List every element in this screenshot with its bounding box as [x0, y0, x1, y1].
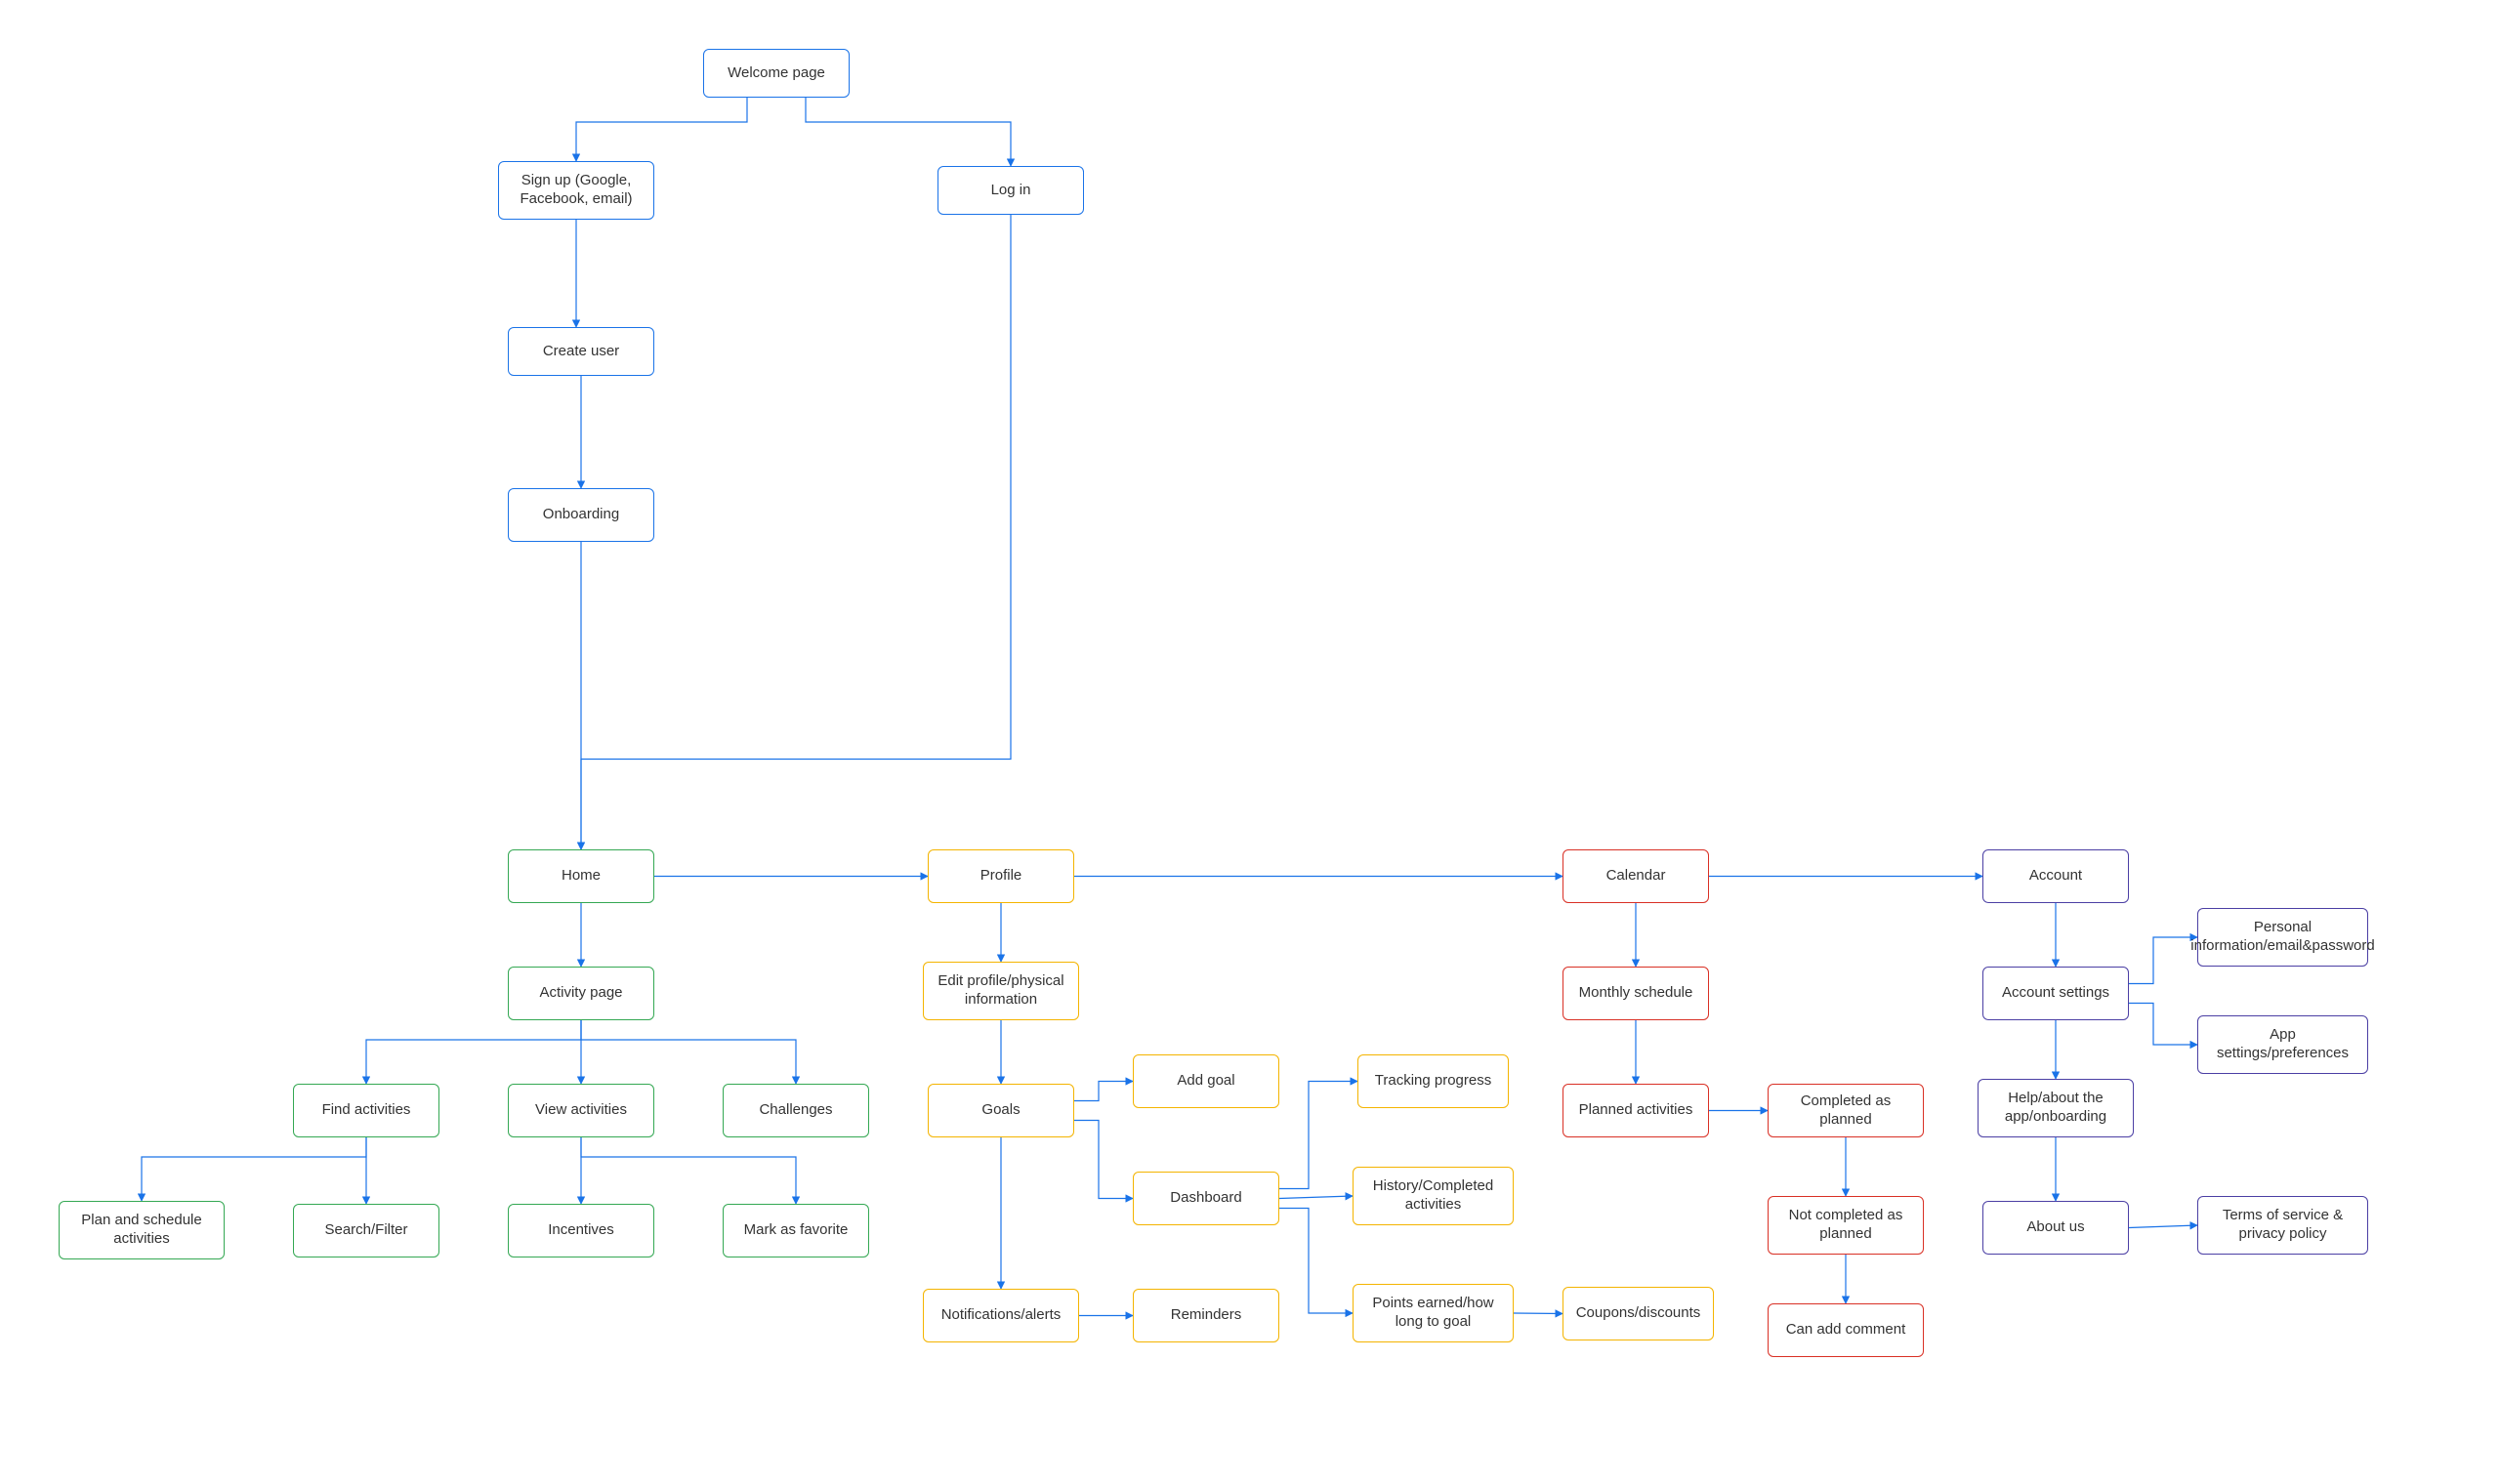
node-label: Reminders	[1171, 1306, 1242, 1325]
node-pointsearned[interactable]: Points earned/how long to goal	[1353, 1284, 1514, 1342]
edge	[581, 1020, 796, 1084]
node-label: Welcome page	[728, 64, 825, 83]
flowchart-canvas: Welcome page Sign up (Google, Facebook, e…	[0, 0, 2500, 1484]
node-trackingprogress[interactable]: Tracking progress	[1357, 1054, 1509, 1108]
node-label: Help/about the app/onboarding	[1984, 1090, 2127, 1127]
node-coupons[interactable]: Coupons/discounts	[1562, 1287, 1714, 1340]
node-label: Onboarding	[543, 506, 619, 524]
edge	[1514, 1313, 1562, 1314]
edge	[581, 1137, 796, 1204]
node-reminders[interactable]: Reminders	[1133, 1289, 1279, 1342]
node-label: App settings/preferences	[2204, 1026, 2361, 1063]
node-notifications[interactable]: Notifications/alerts	[923, 1289, 1079, 1342]
node-label: Search/Filter	[324, 1221, 407, 1240]
node-label: About us	[2026, 1218, 2084, 1237]
node-label: Challenges	[759, 1101, 832, 1120]
node-label: Add goal	[1177, 1072, 1234, 1091]
node-incentives[interactable]: Incentives	[508, 1204, 654, 1257]
node-label: Account settings	[2002, 984, 2109, 1003]
node-dashboard[interactable]: Dashboard	[1133, 1172, 1279, 1225]
node-label: Create user	[543, 343, 619, 361]
edge	[1279, 1196, 1353, 1199]
node-label: Coupons/discounts	[1576, 1304, 1701, 1323]
node-label: Find activities	[322, 1101, 411, 1120]
node-plannedactivities[interactable]: Planned activities	[1562, 1084, 1709, 1137]
edge	[2129, 1004, 2197, 1046]
node-tos[interactable]: Terms of service & privacy policy	[2197, 1196, 2368, 1255]
node-searchfilter[interactable]: Search/Filter	[293, 1204, 439, 1257]
node-onboarding[interactable]: Onboarding	[508, 488, 654, 542]
node-addgoal[interactable]: Add goal	[1133, 1054, 1279, 1108]
node-historycompleted[interactable]: History/Completed activities	[1353, 1167, 1514, 1225]
node-monthlyschedule[interactable]: Monthly schedule	[1562, 967, 1709, 1020]
node-label: Terms of service & privacy policy	[2204, 1207, 2361, 1244]
node-label: Monthly schedule	[1579, 984, 1693, 1003]
node-label: Calendar	[1606, 867, 1666, 886]
node-label: Log in	[991, 182, 1031, 200]
node-signup[interactable]: Sign up (Google, Facebook, email)	[498, 161, 654, 220]
node-completedplanned[interactable]: Completed as planned	[1768, 1084, 1924, 1137]
node-activitypage[interactable]: Activity page	[508, 967, 654, 1020]
node-personalinfo[interactable]: Personal information/email&password	[2197, 908, 2368, 967]
node-addcomment[interactable]: Can add comment	[1768, 1303, 1924, 1357]
node-editprofile[interactable]: Edit profile/physical information	[923, 962, 1079, 1020]
node-viewactivities[interactable]: View activities	[508, 1084, 654, 1137]
node-label: Notifications/alerts	[941, 1306, 1062, 1325]
edge	[806, 98, 1011, 166]
node-label: Incentives	[548, 1221, 614, 1240]
edge	[2129, 937, 2197, 984]
edge	[576, 98, 747, 161]
edge-layer	[0, 0, 2500, 1484]
node-label: Sign up (Google, Facebook, email)	[505, 172, 647, 209]
edge	[2129, 1225, 2197, 1228]
node-label: Dashboard	[1170, 1189, 1241, 1208]
node-findactivities[interactable]: Find activities	[293, 1084, 439, 1137]
node-profile[interactable]: Profile	[928, 849, 1074, 903]
node-label: Planned activities	[1579, 1101, 1693, 1120]
node-welcome[interactable]: Welcome page	[703, 49, 850, 98]
node-label: Completed as planned	[1774, 1092, 1917, 1130]
node-label: Plan and schedule activities	[65, 1212, 218, 1249]
edge	[1074, 1082, 1133, 1101]
edge	[1279, 1082, 1357, 1189]
node-home[interactable]: Home	[508, 849, 654, 903]
node-label: Points earned/how long to goal	[1359, 1295, 1507, 1332]
node-account[interactable]: Account	[1982, 849, 2129, 903]
node-label: Activity page	[539, 984, 622, 1003]
node-label: Account	[2029, 867, 2082, 886]
node-label: Tracking progress	[1375, 1072, 1492, 1091]
node-label: Edit profile/physical information	[930, 972, 1072, 1010]
node-label: Profile	[980, 867, 1022, 886]
node-notcompleted[interactable]: Not completed as planned	[1768, 1196, 1924, 1255]
node-label: Home	[562, 867, 601, 886]
node-login[interactable]: Log in	[938, 166, 1084, 215]
node-label: Goals	[981, 1101, 1020, 1120]
edge	[1279, 1209, 1353, 1314]
node-appsettings[interactable]: App settings/preferences	[2197, 1015, 2368, 1074]
node-challenges[interactable]: Challenges	[723, 1084, 869, 1137]
edge	[142, 1137, 366, 1201]
node-label: History/Completed activities	[1359, 1177, 1507, 1215]
node-label: Not completed as planned	[1774, 1207, 1917, 1244]
node-planschedule[interactable]: Plan and schedule activities	[59, 1201, 225, 1259]
node-label: View activities	[535, 1101, 627, 1120]
node-aboutus[interactable]: About us	[1982, 1201, 2129, 1255]
node-createuser[interactable]: Create user	[508, 327, 654, 376]
node-label: Can add comment	[1786, 1321, 1906, 1340]
node-accountsettings[interactable]: Account settings	[1982, 967, 2129, 1020]
node-helpabout[interactable]: Help/about the app/onboarding	[1978, 1079, 2134, 1137]
node-goals[interactable]: Goals	[928, 1084, 1074, 1137]
node-label: Personal information/email&password	[2190, 919, 2374, 956]
node-calendar[interactable]: Calendar	[1562, 849, 1709, 903]
edge	[1074, 1121, 1133, 1199]
node-markfavorite[interactable]: Mark as favorite	[723, 1204, 869, 1257]
node-label: Mark as favorite	[744, 1221, 849, 1240]
edge	[366, 1020, 581, 1084]
